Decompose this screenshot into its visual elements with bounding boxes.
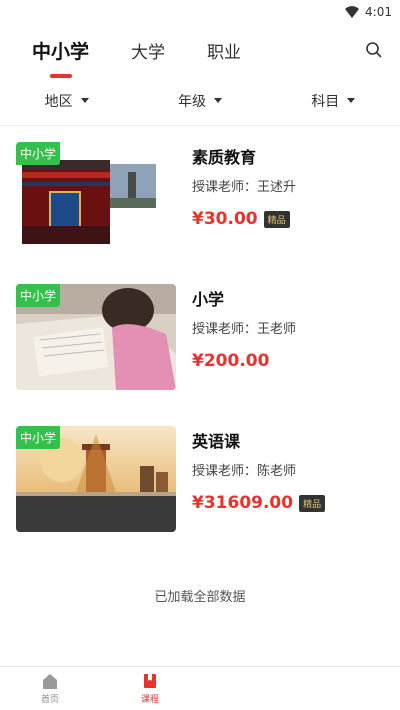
tab-university[interactable]: 大学 (131, 38, 165, 63)
premium-badge: 精品 (299, 494, 326, 512)
tab-vocational[interactable]: 职业 (207, 38, 241, 63)
tab-home-label: 首页 (40, 695, 59, 705)
premium-badge: 精品 (263, 210, 290, 228)
home-icon (41, 672, 59, 690)
course-price: ¥31609.00 (192, 493, 294, 513)
tab-course[interactable]: 课程 (100, 667, 200, 710)
course-thumbnail: 中小学 (16, 142, 176, 248)
caret-down-icon (80, 98, 89, 103)
price-row: ¥30.00 精品 (192, 209, 296, 229)
course-card[interactable]: 中小学 小学 授课老师：王老师 ¥200.00 (0, 284, 400, 426)
status-bar: 4:01 (0, 0, 400, 24)
filter-row: 地区 年级 科目 (0, 76, 400, 126)
course-info: 素质教育 授课老师：王述升 ¥30.00 精品 (192, 142, 296, 284)
category-tabs: 中小学 大学 职业 (0, 24, 400, 76)
caret-down-icon (347, 98, 356, 103)
course-card[interactable]: 中小学 英语课 授课老师：陈老师 ¥31609.00 精品 (0, 426, 400, 568)
course-price: ¥200.00 (192, 351, 270, 371)
course-info: 小学 授课老师：王老师 ¥200.00 (192, 284, 296, 426)
status-time: 4:01 (365, 5, 392, 19)
tab-course-label: 课程 (140, 695, 159, 705)
filter-subject-label: 科目 (311, 93, 340, 110)
filter-grade-label: 年级 (177, 93, 206, 110)
filter-region-label: 地区 (44, 93, 73, 110)
category-tag: 中小学 (16, 426, 61, 449)
course-teacher: 授课老师：王老师 (192, 322, 297, 337)
course-teacher: 授课老师：陈老师 (192, 464, 297, 479)
category-tag: 中小学 (16, 142, 61, 165)
course-card[interactable]: 中小学 素质教育 授课老师：王述升 ¥30.00 精品 (0, 142, 400, 284)
course-list: 中小学 素质教育 授课老师：王述升 ¥30.00 精品 中小学 小学 授课老师：… (0, 126, 400, 605)
course-thumbnail: 中小学 (16, 284, 176, 390)
filter-grade[interactable]: 年级 (133, 91, 266, 111)
wifi-icon (345, 6, 360, 18)
load-all-message: 已加载全部数据 (154, 590, 246, 605)
course-title: 素质教育 (192, 148, 257, 167)
category-tag: 中小学 (16, 284, 61, 307)
course-teacher: 授课老师：王述升 (192, 180, 297, 195)
price-row: ¥31609.00 精品 (192, 493, 326, 513)
course-thumbnail: 中小学 (16, 426, 176, 532)
filter-subject[interactable]: 科目 (267, 91, 400, 111)
course-price: ¥30.00 (192, 209, 258, 229)
bottom-tab-bar: 首页 课程 (0, 666, 400, 710)
course-title: 小学 (192, 290, 225, 309)
caret-down-icon (213, 98, 222, 103)
tab-primary-secondary[interactable]: 中小学 (32, 37, 89, 64)
filter-region[interactable]: 地区 (0, 91, 133, 111)
search-icon[interactable] (364, 40, 384, 60)
course-info: 英语课 授课老师：陈老师 ¥31609.00 精品 (192, 426, 326, 568)
course-icon (141, 672, 159, 690)
tab-home[interactable]: 首页 (0, 667, 100, 710)
price-row: ¥200.00 (192, 351, 296, 371)
course-title: 英语课 (192, 432, 241, 451)
